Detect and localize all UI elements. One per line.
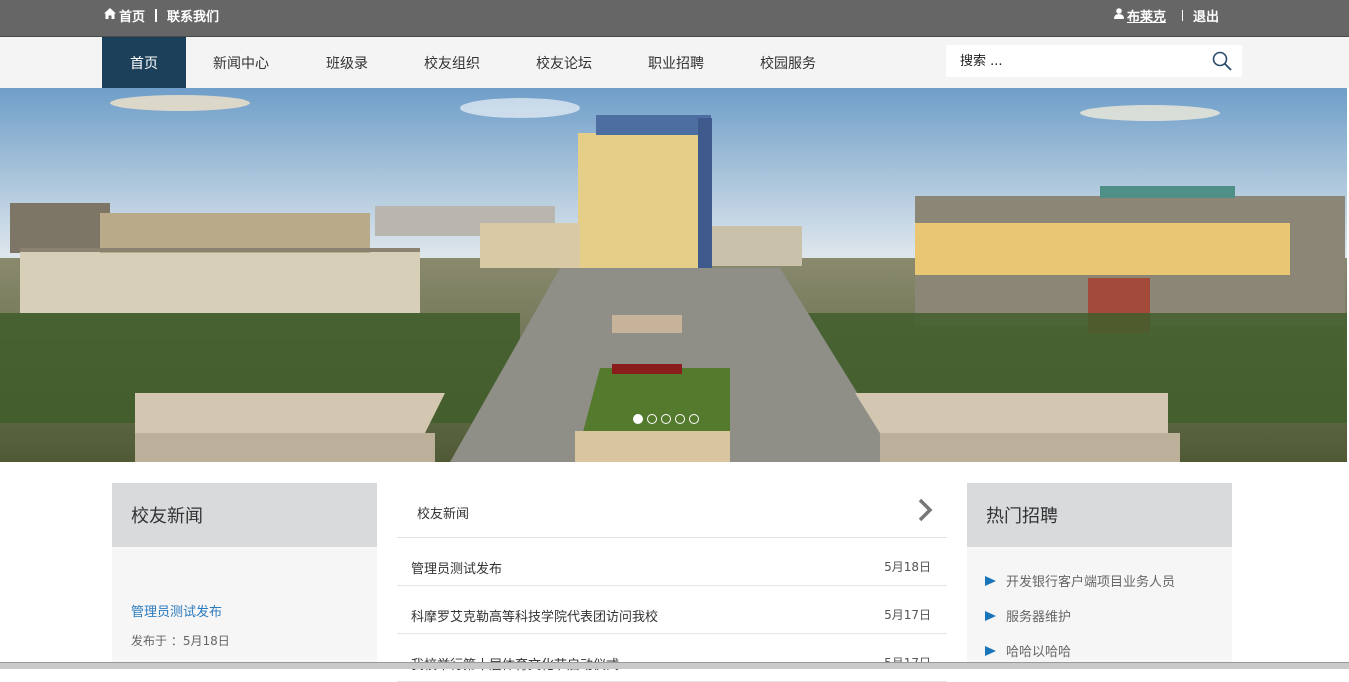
divider <box>1181 9 1183 21</box>
carousel-dots <box>633 414 699 424</box>
nav-item-campus[interactable]: 校园服务 <box>748 37 828 88</box>
featured-news-link[interactable]: 管理员测试发布 <box>131 601 222 620</box>
carousel-dot-4[interactable] <box>675 414 685 424</box>
nav-item-news[interactable]: 新闻中心 <box>200 37 282 88</box>
top-bar-left: 首页 联系我们 <box>104 0 219 30</box>
arrow-right-icon <box>985 645 996 656</box>
news-row[interactable]: 科摩罗艾克勒高等科技学院代表团访问我校 5月17日 <box>397 586 947 634</box>
news-row[interactable]: 管理员测试发布 5月18日 <box>397 538 947 586</box>
logout-link[interactable]: 退出 <box>1193 6 1219 25</box>
job-item[interactable]: 服务器维护 <box>985 606 1071 625</box>
job-item-label[interactable]: 开发银行客户端项目业务人员 <box>1006 571 1175 590</box>
chevron-right-icon[interactable] <box>917 497 933 523</box>
user-icon <box>1113 7 1124 23</box>
news-row-title[interactable]: 管理员测试发布 <box>411 558 502 577</box>
panel-title: 热门招聘 <box>967 483 1232 547</box>
job-item-label[interactable]: 哈哈以哈哈 <box>1006 641 1071 660</box>
nav-item-classes[interactable]: 班级录 <box>314 37 380 88</box>
news-list-title: 校友新闻 <box>417 507 470 522</box>
search-icon[interactable] <box>1212 51 1232 71</box>
divider <box>155 8 158 22</box>
panel-title: 校友新闻 <box>112 483 377 547</box>
top-bar: 首页 联系我们 布莱克 退出 <box>0 0 1349 37</box>
nav-item-forum[interactable]: 校友论坛 <box>524 37 604 88</box>
nav-item-alumni-org[interactable]: 校友组织 <box>412 37 492 88</box>
top-bar-right: 布莱克 退出 <box>1113 0 1219 30</box>
news-list-header: 校友新闻 <box>397 483 947 538</box>
news-row-title[interactable]: 科摩罗艾克勒高等科技学院代表团访问我校 <box>411 606 658 625</box>
carousel-dot-5[interactable] <box>689 414 699 424</box>
arrow-right-icon <box>985 575 996 586</box>
news-row[interactable]: 我校举行第十届体育文化节启动仪式 5月17日 <box>397 634 947 682</box>
contact-link[interactable]: 联系我们 <box>167 6 219 25</box>
alumni-news-panel: 校友新闻 管理员测试发布 发布于 ：5月18日 <box>112 483 377 668</box>
arrow-right-icon <box>985 610 996 621</box>
campus-photo <box>0 88 1347 462</box>
carousel-dot-3[interactable] <box>661 414 671 424</box>
news-list: 校友新闻 管理员测试发布 5月18日 科摩罗艾克勒高等科技学院代表团访问我校 5… <box>397 483 947 682</box>
job-item[interactable]: 开发银行客户端项目业务人员 <box>985 571 1175 590</box>
hot-jobs-panel: 热门招聘 开发银行客户端项目业务人员 服务器维护 哈哈以哈哈 <box>967 483 1232 668</box>
home-icon <box>104 7 116 23</box>
nav-item-jobs[interactable]: 职业招聘 <box>636 37 716 88</box>
job-item-label[interactable]: 服务器维护 <box>1006 606 1071 625</box>
featured-news-date: 发布于 ：5月18日 <box>131 634 230 648</box>
nav-item-home[interactable]: 首页 <box>102 37 186 88</box>
carousel-dot-2[interactable] <box>647 414 657 424</box>
job-item[interactable]: 哈哈以哈哈 <box>985 641 1071 660</box>
carousel-dot-1[interactable] <box>633 414 643 424</box>
campus-banner <box>0 88 1347 462</box>
news-row-date: 5月17日 <box>884 608 931 622</box>
home-link[interactable]: 首页 <box>119 6 145 25</box>
main-nav: 首页 新闻中心 班级录 校友组织 校友论坛 职业招聘 校园服务 <box>0 37 1349 88</box>
user-link[interactable]: 布莱克 <box>1127 6 1166 25</box>
search-input[interactable] <box>946 45 1210 77</box>
search-box <box>946 45 1242 77</box>
news-row-date: 5月18日 <box>884 560 931 574</box>
